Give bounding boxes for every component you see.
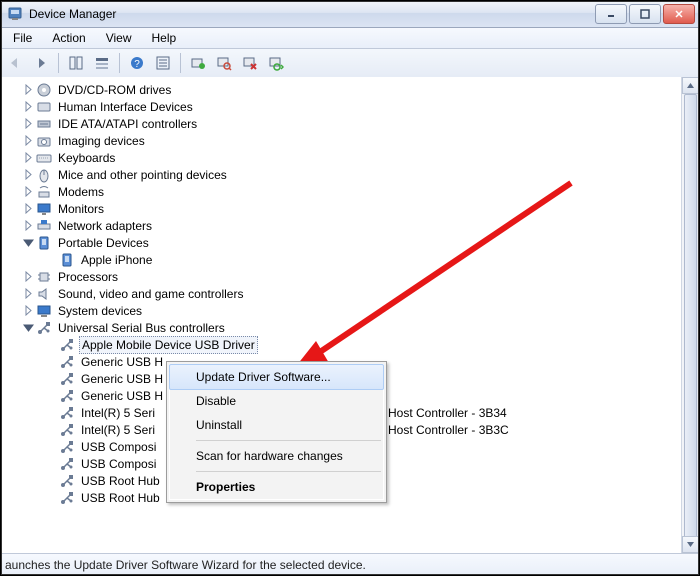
ide-icon	[36, 116, 52, 132]
usb-icon	[59, 371, 75, 387]
expand-icon[interactable]	[23, 152, 34, 163]
tree-node-iphone[interactable]: Apple iPhone	[5, 251, 699, 268]
tree-node-dvd[interactable]: DVD/CD-ROM drives	[5, 81, 699, 98]
minimize-button[interactable]	[595, 4, 627, 24]
help-button[interactable]: ?	[125, 51, 149, 75]
tree-node-ide[interactable]: IDE ATA/ATAPI controllers	[5, 115, 699, 132]
portable-device-icon	[36, 235, 52, 251]
camera-icon	[36, 133, 52, 149]
optical-drive-icon	[36, 82, 52, 98]
scan-hardware-toolbar-button[interactable]	[212, 51, 236, 75]
tree-node-processors[interactable]: Processors	[5, 268, 699, 285]
tree-node-hid[interactable]: Human Interface Devices	[5, 98, 699, 115]
expand-icon[interactable]	[23, 186, 34, 197]
menu-view[interactable]: View	[96, 29, 142, 47]
tree-node-portable[interactable]: Portable Devices	[5, 234, 699, 251]
expand-icon[interactable]	[23, 271, 34, 282]
context-disable[interactable]: Disable	[170, 389, 383, 413]
expand-icon[interactable]	[23, 118, 34, 129]
expand-icon[interactable]	[23, 101, 34, 112]
toolbar-separator	[119, 53, 120, 73]
cpu-icon	[36, 269, 52, 285]
svg-text:?: ?	[134, 59, 140, 70]
tree-node-imaging[interactable]: Imaging devices	[5, 132, 699, 149]
context-menu: Update Driver Software... Disable Uninst…	[166, 361, 387, 503]
titlebar: Device Manager	[1, 1, 699, 28]
disable-toolbar-button[interactable]	[264, 51, 288, 75]
update-driver-toolbar-button[interactable]	[186, 51, 210, 75]
scroll-down-button[interactable]	[682, 536, 699, 553]
network-icon	[36, 218, 52, 234]
context-properties[interactable]: Properties	[170, 475, 383, 499]
scroll-thumb[interactable]	[684, 94, 697, 538]
tree-node-usb[interactable]: Universal Serial Bus controllers	[5, 319, 699, 336]
usb-icon	[59, 456, 75, 472]
expand-icon[interactable]	[23, 169, 34, 180]
back-button[interactable]	[3, 51, 27, 75]
system-device-icon	[36, 303, 52, 319]
tree-node-apple-mobile-driver[interactable]: Apple Mobile Device USB Driver	[5, 336, 699, 353]
menubar: File Action View Help	[1, 28, 699, 49]
expand-icon[interactable]	[23, 305, 34, 316]
forward-button[interactable]	[29, 51, 53, 75]
sound-icon	[36, 286, 52, 302]
action-toolbar-button[interactable]	[151, 51, 175, 75]
menu-help[interactable]: Help	[142, 29, 187, 47]
portable-device-icon	[59, 252, 75, 268]
usb-icon	[59, 388, 75, 404]
toolbar-separator	[180, 53, 181, 73]
tree-node-modems[interactable]: Modems	[5, 183, 699, 200]
tree-node-keyboards[interactable]: Keyboards	[5, 149, 699, 166]
collapse-icon[interactable]	[23, 237, 34, 248]
context-separator	[196, 471, 381, 472]
tree-node-mice[interactable]: Mice and other pointing devices	[5, 166, 699, 183]
vertical-scrollbar[interactable]	[681, 77, 699, 553]
uninstall-toolbar-button[interactable]	[238, 51, 262, 75]
keyboard-icon	[36, 150, 52, 166]
toolbar-separator	[58, 53, 59, 73]
expand-icon[interactable]	[23, 220, 34, 231]
expand-icon[interactable]	[23, 203, 34, 214]
properties-toolbar-button[interactable]	[90, 51, 114, 75]
collapse-icon[interactable]	[23, 322, 34, 333]
window-title: Device Manager	[29, 7, 593, 21]
usb-icon	[59, 422, 75, 438]
usb-icon	[59, 490, 75, 506]
maximize-button[interactable]	[629, 4, 661, 24]
usb-icon	[59, 439, 75, 455]
window-control-buttons	[593, 4, 695, 24]
usb-icon	[59, 405, 75, 421]
context-uninstall[interactable]: Uninstall	[170, 413, 383, 437]
scroll-up-button[interactable]	[682, 77, 699, 94]
menu-file[interactable]: File	[3, 29, 42, 47]
mouse-icon	[36, 167, 52, 183]
context-update-driver[interactable]: Update Driver Software...	[169, 364, 384, 390]
tree-node-system[interactable]: System devices	[5, 302, 699, 319]
show-hide-tree-button[interactable]	[64, 51, 88, 75]
device-manager-window: Device Manager File Action View Help ?	[0, 0, 700, 576]
modem-icon	[36, 184, 52, 200]
expand-icon[interactable]	[23, 135, 34, 146]
expand-icon[interactable]	[23, 288, 34, 299]
tree-node-network[interactable]: Network adapters	[5, 217, 699, 234]
tree-node-sound[interactable]: Sound, video and game controllers	[5, 285, 699, 302]
context-scan-hardware[interactable]: Scan for hardware changes	[170, 444, 383, 468]
usb-icon	[36, 320, 52, 336]
menu-action[interactable]: Action	[42, 29, 95, 47]
usb-icon	[59, 337, 75, 353]
hid-icon	[36, 99, 52, 115]
usb-icon	[59, 354, 75, 370]
toolbar: ?	[1, 49, 699, 78]
close-button[interactable]	[663, 4, 695, 24]
usb-icon	[59, 473, 75, 489]
tree-node-monitors[interactable]: Monitors	[5, 200, 699, 217]
statusbar: aunches the Update Driver Software Wizar…	[1, 553, 699, 575]
app-icon	[7, 6, 23, 22]
statusbar-text: aunches the Update Driver Software Wizar…	[5, 558, 366, 572]
monitor-icon	[36, 201, 52, 217]
expand-icon[interactable]	[23, 84, 34, 95]
context-separator	[196, 440, 381, 441]
